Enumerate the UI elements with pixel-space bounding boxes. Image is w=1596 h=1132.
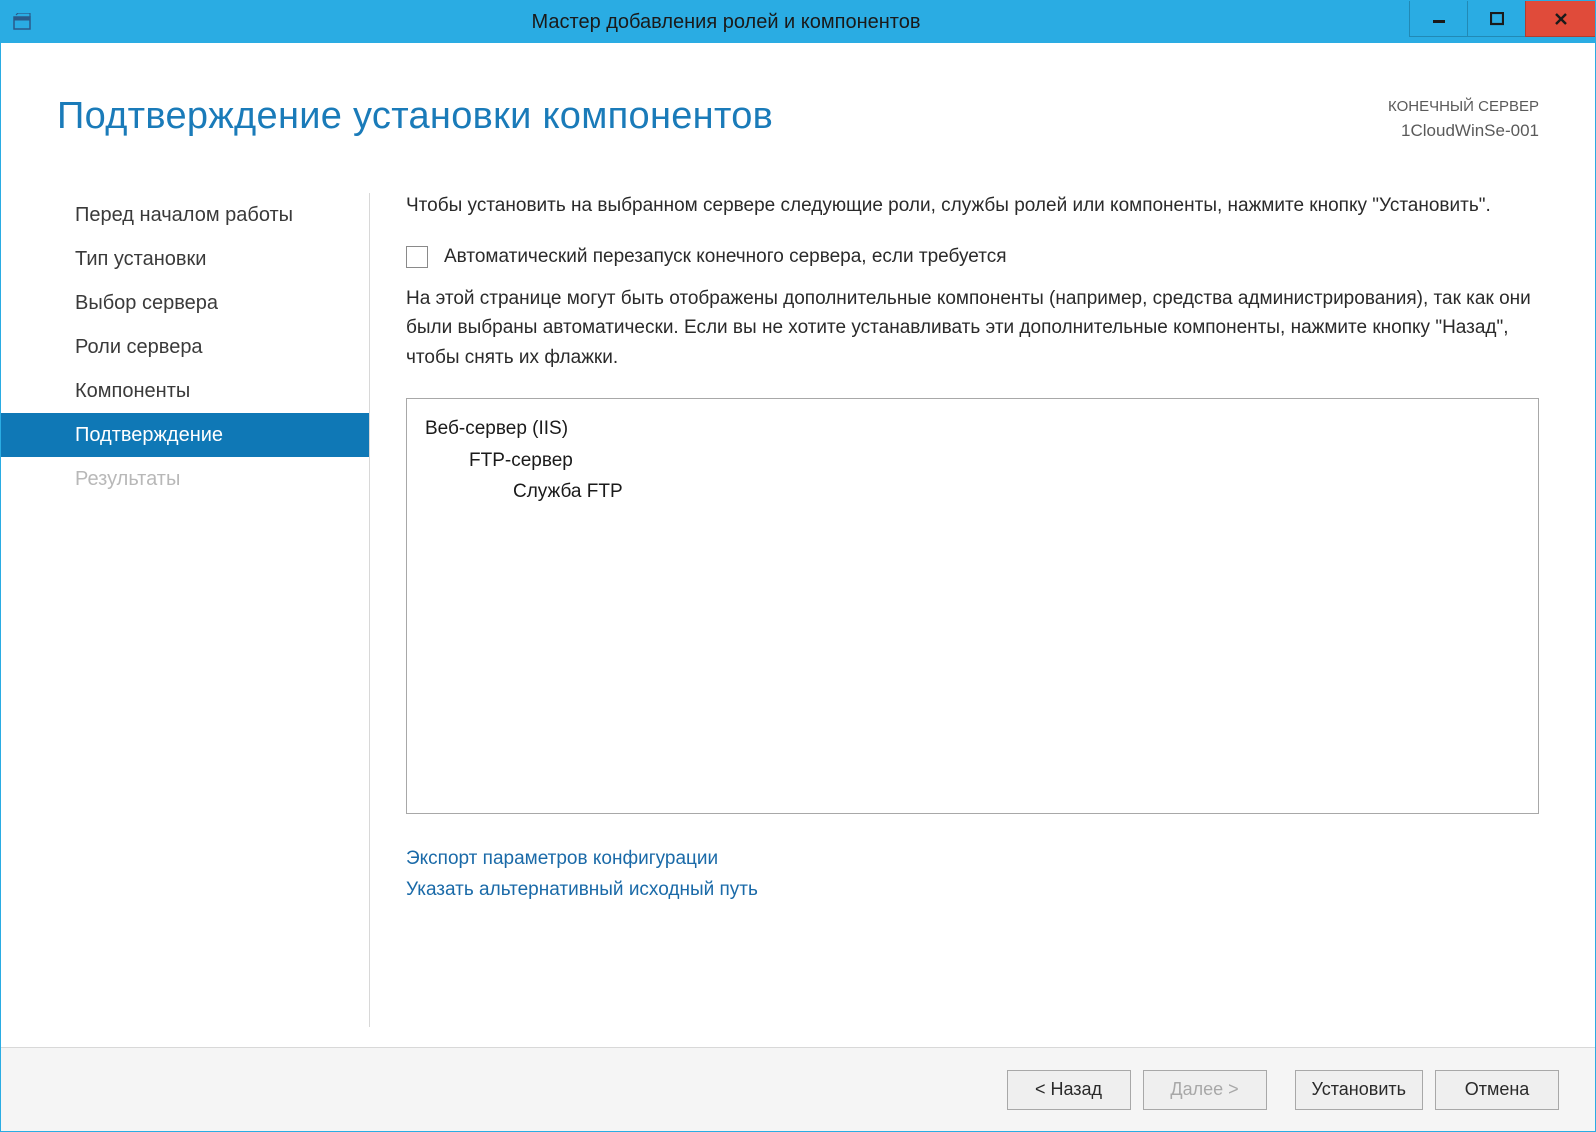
- info-text: На этой странице могут быть отображены д…: [406, 284, 1539, 372]
- window-title: Мастер добавления ролей и компонентов: [43, 11, 1409, 34]
- body-area: Перед началом работы Тип установки Выбор…: [1, 163, 1595, 1047]
- maximize-icon: [1490, 12, 1504, 26]
- intro-text: Чтобы установить на выбранном сервере сл…: [406, 191, 1539, 220]
- nav-server-selection[interactable]: Выбор сервера: [1, 281, 369, 325]
- close-button[interactable]: [1525, 1, 1595, 37]
- nav-server-roles[interactable]: Роли сервера: [1, 325, 369, 369]
- selections-list[interactable]: Веб-сервер (IIS) FTP-сервер Служба FTP: [406, 398, 1539, 814]
- auto-restart-row: Автоматический перезапуск конечного серв…: [406, 246, 1539, 268]
- next-button: Далее >: [1143, 1070, 1267, 1110]
- app-icon: [1, 1, 43, 43]
- window-controls: [1409, 1, 1595, 43]
- nav-results: Результаты: [1, 457, 369, 501]
- maximize-button[interactable]: [1467, 1, 1525, 37]
- export-config-link[interactable]: Экспорт параметров конфигурации: [406, 844, 1539, 874]
- alt-source-path-link[interactable]: Указать альтернативный исходный путь: [406, 875, 1539, 905]
- titlebar: Мастер добавления ролей и компонентов: [1, 1, 1595, 43]
- destination-label: КОНЕЧНЫЙ СЕРВЕР: [1388, 95, 1539, 118]
- wizard-sidebar: Перед началом работы Тип установки Выбор…: [1, 163, 369, 1047]
- destination-name: 1CloudWinSe-001: [1388, 118, 1539, 144]
- links-area: Экспорт параметров конфигурации Указать …: [406, 844, 1539, 905]
- minimize-button[interactable]: [1409, 1, 1467, 37]
- nav-features[interactable]: Компоненты: [1, 369, 369, 413]
- content-area: Подтверждение установки компонентов КОНЕ…: [1, 43, 1595, 1131]
- install-button[interactable]: Установить: [1295, 1070, 1423, 1110]
- cancel-button[interactable]: Отмена: [1435, 1070, 1559, 1110]
- list-item: FTP-сервер: [425, 445, 1520, 476]
- list-item: Веб-сервер (IIS): [425, 413, 1520, 444]
- main-panel: Чтобы установить на выбранном сервере сл…: [370, 163, 1595, 1047]
- back-button[interactable]: < Назад: [1007, 1070, 1131, 1110]
- nav-before-you-begin[interactable]: Перед началом работы: [1, 193, 369, 237]
- close-icon: [1554, 12, 1568, 26]
- footer: < Назад Далее > Установить Отмена: [1, 1047, 1595, 1131]
- auto-restart-label: Автоматический перезапуск конечного серв…: [444, 246, 1006, 268]
- page-header: Подтверждение установки компонентов КОНЕ…: [1, 43, 1595, 163]
- page-title: Подтверждение установки компонентов: [57, 95, 773, 138]
- list-item: Служба FTP: [425, 476, 1520, 507]
- nav-installation-type[interactable]: Тип установки: [1, 237, 369, 281]
- wizard-window: Мастер добавления ролей и компонентов По…: [0, 0, 1596, 1132]
- auto-restart-checkbox[interactable]: [406, 246, 428, 268]
- nav-confirmation[interactable]: Подтверждение: [1, 413, 369, 457]
- destination-server: КОНЕЧНЫЙ СЕРВЕР 1CloudWinSe-001: [1388, 95, 1539, 145]
- minimize-icon: [1432, 12, 1446, 26]
